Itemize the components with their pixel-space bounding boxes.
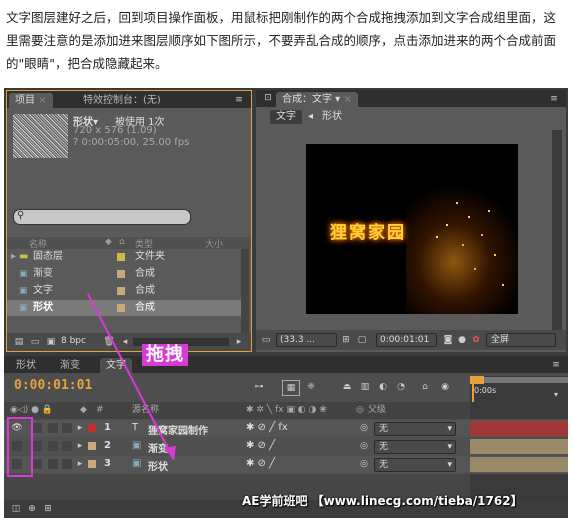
eye-highlight-box <box>7 417 33 477</box>
drag-arrow-line <box>87 293 175 461</box>
drag-annotation-label: 拖拽 <box>142 344 188 366</box>
drag-arrow-head <box>164 446 176 460</box>
watermark: AE学前班吧 【www.linecg.com/tieba/1762】 <box>242 494 523 508</box>
annotation-overlay <box>7 293 176 477</box>
ae-screenshot: 项目 × 特效控制台：(无) ≡ 形状▾ 被使用 1次 720 x 576 (1… <box>4 88 568 518</box>
intro-paragraph: 文字图层建好之后，回到项目操作面板，用鼠标把刚制作的两个合成拖拽添加到文字合成组… <box>6 10 557 71</box>
